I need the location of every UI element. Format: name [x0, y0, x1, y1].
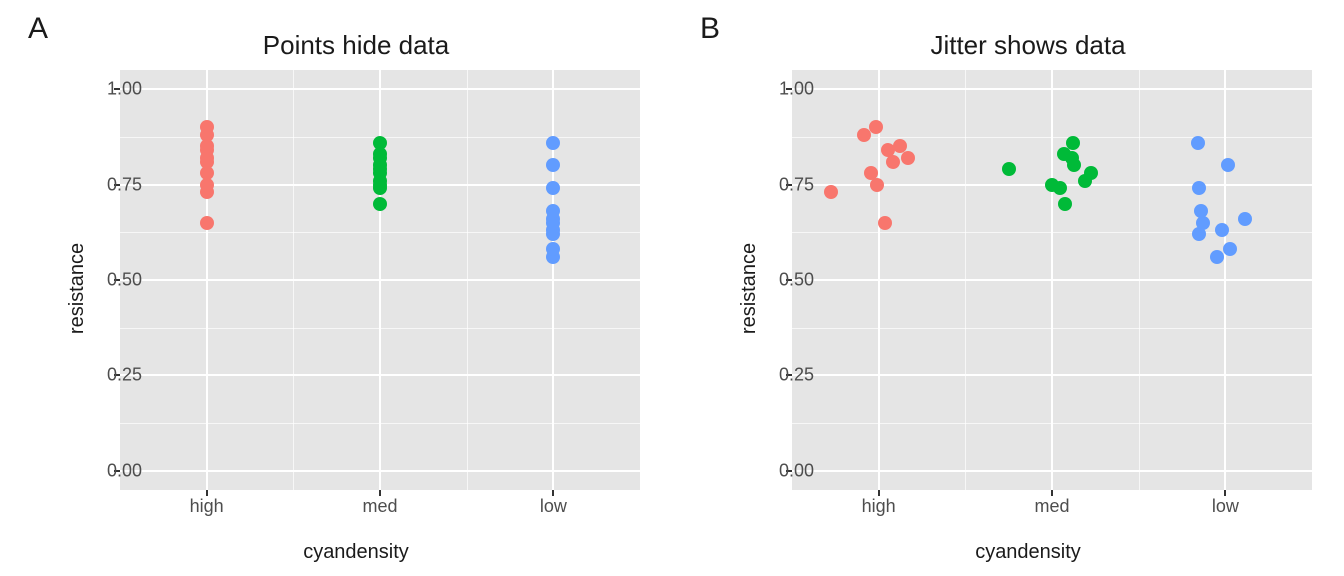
x-axis-label: cyandensity: [672, 541, 1344, 564]
x-tick-label: med: [1034, 496, 1069, 517]
data-point: [1057, 147, 1071, 161]
data-point: [200, 216, 214, 230]
plot-area: [120, 70, 640, 490]
data-point: [200, 120, 214, 134]
data-point: [869, 120, 883, 134]
data-point: [1002, 162, 1016, 176]
data-point: [1058, 197, 1072, 211]
y-tick-label: 1.00: [779, 79, 814, 100]
x-tick-label: low: [540, 496, 567, 517]
y-tick-label: 0.00: [779, 460, 814, 481]
x-tick-label: med: [362, 496, 397, 517]
data-point: [1238, 212, 1252, 226]
chart-grid: A Points hide data resistance cyandensit…: [0, 0, 1344, 576]
y-tick-label: 0.75: [107, 174, 142, 195]
data-point: [893, 139, 907, 153]
y-tick-label: 0.50: [107, 270, 142, 291]
data-point: [1210, 250, 1224, 264]
data-point: [1084, 166, 1098, 180]
x-tick-label: low: [1212, 496, 1239, 517]
data-point: [824, 185, 838, 199]
y-tick-label: 0.00: [107, 460, 142, 481]
data-point: [1194, 204, 1208, 218]
data-point: [1191, 136, 1205, 150]
data-point: [1192, 181, 1206, 195]
x-tick-label: high: [862, 496, 896, 517]
data-point: [373, 136, 387, 150]
data-point: [546, 181, 560, 195]
y-tick-label: 0.25: [779, 365, 814, 386]
plot-area: [792, 70, 1312, 490]
data-point: [1223, 242, 1237, 256]
data-point: [1215, 223, 1229, 237]
panel-a: A Points hide data resistance cyandensit…: [0, 0, 672, 576]
data-point: [1221, 158, 1235, 172]
x-tick-label: high: [190, 496, 224, 517]
y-tick-label: 0.75: [779, 174, 814, 195]
data-point: [1066, 136, 1080, 150]
data-point: [546, 204, 560, 218]
data-point: [546, 136, 560, 150]
data-point: [864, 166, 878, 180]
y-tick-label: 0.25: [107, 365, 142, 386]
data-point: [1045, 178, 1059, 192]
data-point: [546, 158, 560, 172]
data-point: [901, 151, 915, 165]
data-point: [373, 197, 387, 211]
panel-b: B Jitter shows data resistance cyandensi…: [672, 0, 1344, 576]
data-point: [878, 216, 892, 230]
data-point: [546, 242, 560, 256]
x-axis-label: cyandensity: [0, 541, 672, 564]
y-tick-label: 0.50: [779, 270, 814, 291]
y-tick-label: 1.00: [107, 79, 142, 100]
